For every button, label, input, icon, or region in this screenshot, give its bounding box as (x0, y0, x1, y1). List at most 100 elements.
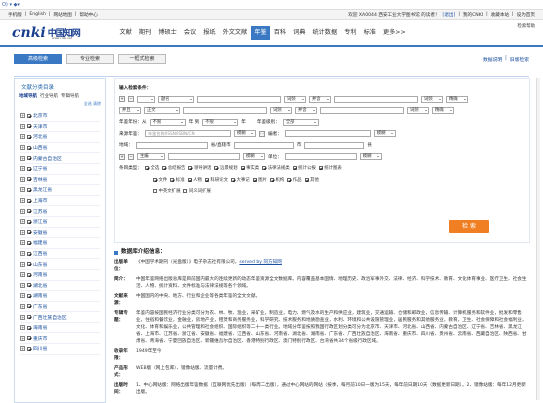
type-checkbox[interactable]: 文件 (153, 177, 167, 183)
checkbox[interactable] (27, 230, 31, 235)
list-item[interactable]: + 河北省 (20, 132, 100, 143)
option-checkbox[interactable]: 中英文扩展 (153, 188, 180, 194)
checkbox[interactable] (27, 156, 31, 161)
op-select-2[interactable]: 并且 (119, 107, 141, 115)
nav-item-dictionary[interactable]: 词典 (290, 26, 309, 40)
checkbox[interactable] (27, 325, 31, 330)
expand-icon[interactable]: + (20, 272, 25, 278)
list-item[interactable]: + 江苏省 (20, 206, 100, 217)
blank-select[interactable] (137, 95, 155, 103)
checkbox[interactable] (27, 145, 31, 150)
checkbox[interactable] (27, 240, 31, 245)
type-checkbox[interactable]: 统计公报 (292, 165, 316, 171)
link-mobile[interactable]: 手机版 (8, 12, 22, 18)
checkbox[interactable] (27, 134, 31, 139)
list-item[interactable]: + 福建省 (20, 238, 100, 249)
clear-link[interactable]: 清除 (93, 101, 101, 106)
sidebar-tab-album[interactable]: 专辑导航 (61, 93, 79, 99)
list-item[interactable]: + 北京市 (20, 111, 100, 122)
browser-dots[interactable]: O) ▾ ◆▾ (2, 2, 20, 8)
expand-icon[interactable]: + (20, 123, 25, 129)
author-input[interactable] (168, 153, 240, 161)
province-input[interactable] (135, 141, 208, 149)
publisher-link[interactable]: served by 同方知网 (239, 260, 282, 265)
checkbox[interactable] (27, 177, 31, 182)
type-checkbox[interactable]: 作品 (287, 177, 302, 183)
my-cnki-link[interactable]: 我的CNKI (463, 12, 483, 18)
expand-icon[interactable]: + (20, 293, 25, 299)
expand-icon[interactable]: + (20, 325, 25, 331)
home-link[interactable]: 设为首页 (517, 12, 535, 18)
type-checkbox[interactable]: 机构 (269, 177, 284, 183)
nav-item-foreign[interactable]: 外文文献 (219, 26, 251, 40)
checkbox[interactable] (27, 304, 31, 309)
type-checkbox[interactable]: 总结报告 (162, 165, 185, 171)
checkbox[interactable] (27, 219, 31, 224)
freq-select-1[interactable]: 词频 (284, 95, 306, 103)
source-picker-icon[interactable]: ⋯ (258, 130, 265, 137)
match-select-1[interactable]: 精确 (446, 95, 468, 103)
logic-select-2[interactable]: 并含 (295, 107, 317, 115)
cnki-logo[interactable]: cnki 中国知网 www.cnki.net (12, 25, 92, 41)
collect-link[interactable]: 收藏本站 (491, 12, 509, 18)
type-checkbox[interactable]: 人物 (187, 177, 202, 183)
nav-item-more[interactable]: 更多>> (379, 26, 409, 40)
year-from-select[interactable]: 不限 (149, 118, 186, 126)
nav-item-standard[interactable]: 标准 (360, 26, 379, 40)
checkbox[interactable] (27, 336, 31, 341)
list-item[interactable]: + 广东省 (20, 302, 100, 313)
expand-icon[interactable]: + (20, 176, 25, 182)
list-item[interactable]: + 海南省 (20, 323, 100, 334)
editor-match-select[interactable]: 模糊 (373, 130, 396, 138)
expand-icon[interactable]: + (20, 303, 25, 309)
exit-link[interactable]: [退出] (443, 12, 456, 18)
expand-icon[interactable]: + (20, 251, 25, 257)
remove-row-icon[interactable]: − (128, 96, 134, 103)
link-sitemap[interactable]: 网站地图 (54, 12, 72, 18)
sidebar-tab-industry[interactable]: 行业导航 (40, 93, 58, 99)
list-item[interactable]: + 安徽省 (20, 228, 100, 239)
keyword-input-2b[interactable] (320, 107, 404, 115)
type-checkbox[interactable]: 标准 (170, 177, 185, 183)
checkbox[interactable] (27, 315, 31, 320)
help-link[interactable]: 检索帮助 (517, 23, 535, 29)
checkbox[interactable] (27, 209, 31, 214)
list-item[interactable]: + 河南省 (20, 270, 100, 281)
freq-select-2[interactable]: 词频 (270, 107, 292, 115)
list-item[interactable]: + 湖北省 (20, 281, 100, 292)
expand-icon[interactable]: + (20, 346, 25, 352)
expand-icon[interactable]: + (20, 240, 25, 246)
expand-icon[interactable]: + (20, 229, 25, 235)
list-item[interactable]: + 江西省 (20, 249, 100, 260)
expand-icon[interactable]: + (20, 282, 25, 288)
type-checkbox[interactable]: 全选 (144, 165, 159, 171)
nav-item-newspaper[interactable]: 报纸 (200, 26, 219, 40)
checkbox[interactable] (27, 166, 31, 171)
expand-icon[interactable]: + (20, 198, 25, 204)
option-checkbox[interactable]: 同义词扩展 (183, 188, 211, 194)
type-checkbox[interactable]: 科研论文 (204, 177, 228, 183)
tab-simple[interactable]: 一框式检索 (118, 54, 166, 64)
checkbox[interactable] (27, 251, 31, 256)
list-item[interactable]: + 黑龙江省 (20, 185, 100, 196)
expand-icon[interactable]: + (20, 187, 25, 193)
expand-icon[interactable]: + (20, 113, 25, 119)
list-item[interactable]: + 吉林省 (20, 175, 100, 186)
expand-icon[interactable]: + (20, 155, 25, 161)
checkbox[interactable] (27, 113, 31, 118)
checkbox[interactable] (27, 198, 31, 203)
logic-select-1[interactable]: 并含 (309, 95, 331, 103)
field-select-2[interactable]: 正文 (144, 107, 180, 115)
keyword-input-1[interactable] (197, 95, 281, 103)
checkbox[interactable] (27, 346, 31, 351)
nav-item-conference[interactable]: 会议 (180, 26, 199, 40)
select-all-link[interactable]: 全选 (84, 101, 92, 106)
expand-icon[interactable]: + (20, 145, 25, 151)
freq-select-2b[interactable]: 词频 (407, 107, 429, 115)
level-select[interactable]: 全部 (282, 118, 319, 126)
expand-icon[interactable]: + (20, 134, 25, 140)
nav-item-encyclopedia[interactable]: 百科 (270, 26, 289, 40)
author-field-select[interactable]: 主编 (137, 153, 165, 161)
nav-item-yearbook[interactable]: 年鉴 (250, 25, 271, 40)
source-match-select[interactable]: 模糊 (233, 130, 256, 138)
